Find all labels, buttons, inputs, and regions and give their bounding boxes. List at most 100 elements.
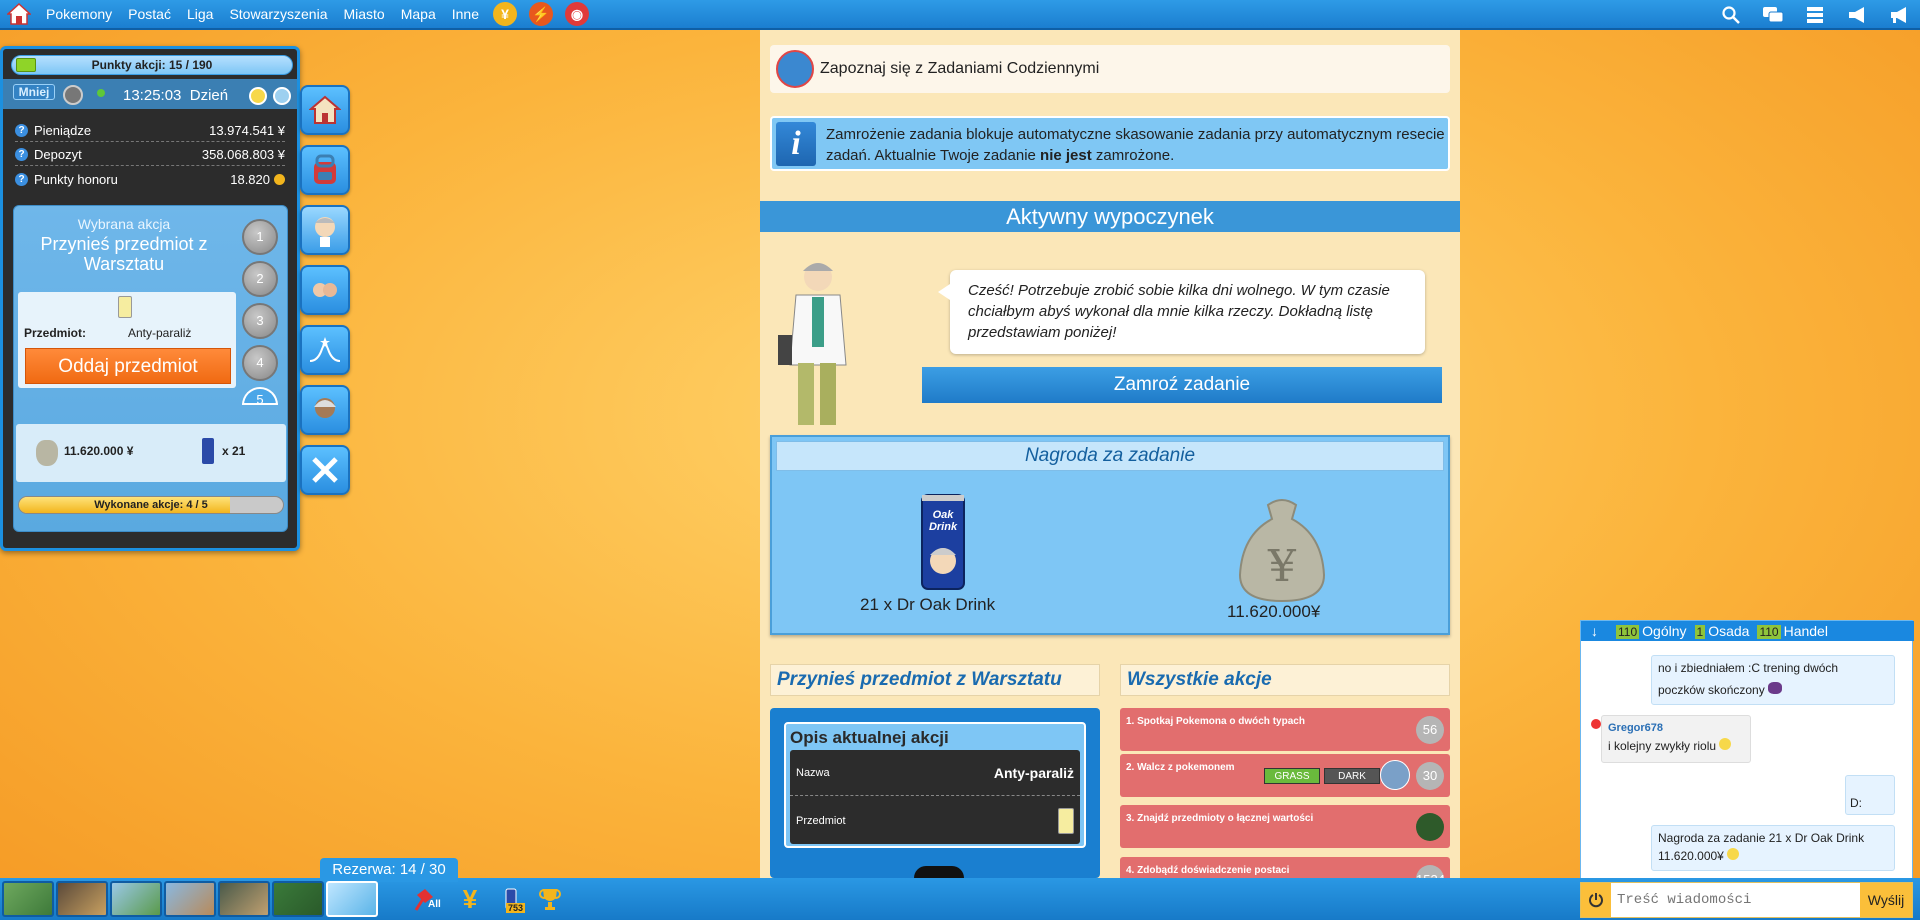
action-text: 4. Zdobądź doświadczenie postaci <box>1126 865 1290 876</box>
action-row-1[interactable]: 1. Spotkaj Pokemona o dwóch typach 56 <box>1120 708 1450 751</box>
backpack-button[interactable] <box>300 145 350 195</box>
message-author[interactable]: Gregor678 <box>1608 719 1744 737</box>
money-bag-icon <box>36 440 58 466</box>
tab-count: 110 <box>1616 625 1640 639</box>
give-item-button[interactable]: Oddaj przedmiot <box>25 348 231 384</box>
item-label: Przedmiot: <box>24 326 87 340</box>
house-button[interactable] <box>300 85 350 135</box>
action-row-2[interactable]: 2. Walcz z pokemonem GRASS DARK 30 <box>1120 754 1450 797</box>
all-pokemon-button[interactable]: All <box>412 883 444 915</box>
antiparalyze-icon <box>1058 808 1074 834</box>
help-icon[interactable]: ? <box>15 172 28 186</box>
stat-label: Depozyt <box>34 147 82 162</box>
freeze-info: i Zamrożenie zadania blokuje automatyczn… <box>770 116 1450 171</box>
freeze-task-button[interactable]: Zamroź zadanie <box>922 367 1442 403</box>
info-text-bold: nie jest <box>1040 147 1092 164</box>
send-button[interactable]: Wyślij <box>1860 883 1912 917</box>
nav-liga[interactable]: Liga <box>179 6 221 22</box>
tab-handel[interactable]: 110 Handel <box>1749 623 1828 639</box>
weather-icon <box>273 87 291 105</box>
chat-message-input[interactable] <box>1613 885 1848 915</box>
professor-button[interactable] <box>300 205 350 255</box>
tab-label: Handel <box>1783 623 1828 639</box>
speech-bubble: Cześć! Potrzebuje zrobić sobie kilka dni… <box>938 270 1425 354</box>
message-line: Nagroda za zadanie 21 x Dr Oak Drink <box>1658 831 1865 845</box>
daily-tasks-link[interactable]: Zapoznaj się z Zadaniami Codziennymi <box>770 45 1450 93</box>
action-points-bar: Punkty akcji: 15 / 190 <box>11 55 293 75</box>
nav-postac[interactable]: Postać <box>120 6 179 22</box>
mountain-button[interactable] <box>300 325 350 375</box>
location-thumb-3[interactable] <box>110 881 162 917</box>
nav-miasto[interactable]: Miasto <box>335 6 392 22</box>
action-description: Opis aktualnej akcji Nazwa Anty-paraliż … <box>770 708 1100 878</box>
action-points-text: Punkty akcji: 15 / 190 <box>91 58 213 72</box>
money-bag-icon: ¥ <box>1238 499 1326 603</box>
antiparalyze-icon <box>118 296 132 318</box>
stat-value: 358.068.803 ¥ <box>201 147 285 162</box>
location-thumb-5[interactable] <box>218 881 270 917</box>
scroll-down-icon[interactable]: ↓ <box>1591 623 1598 639</box>
tab-osada[interactable]: 1 Osada <box>1687 623 1749 639</box>
chat-tabs: ↓ 110 Ogólny 1 Osada 110 Handel <box>1581 621 1914 641</box>
step-4[interactable]: 4 <box>242 345 278 381</box>
close-button[interactable] <box>300 445 350 495</box>
step-3[interactable]: 3 <box>242 303 278 339</box>
location-thumb-6[interactable] <box>272 881 324 917</box>
yen-icon[interactable]: ¥ <box>454 883 486 915</box>
top-bar: Pokemony Postać Liga Stowarzyszenia Mias… <box>0 0 1920 30</box>
desc-name-label: Nazwa <box>796 766 830 779</box>
action-row-4[interactable]: 4. Zdobądź doświadczenie postaci 1534 <box>1120 857 1450 878</box>
pokedex-icon[interactable]: ◉ <box>565 2 589 26</box>
search-icon[interactable] <box>1710 0 1752 30</box>
step-5[interactable]: 5 <box>242 387 278 407</box>
power-icon[interactable] <box>1581 883 1611 917</box>
action-row-3[interactable]: 3. Znajdź przedmioty o łącznej wartości <box>1120 805 1450 848</box>
home-icon[interactable] <box>4 0 34 29</box>
step-2[interactable]: 2 <box>242 261 278 297</box>
action-text: 3. Znajdź przedmioty o łącznej wartości <box>1126 813 1314 824</box>
megaphone-icon[interactable] <box>1836 0 1878 30</box>
trade-button[interactable] <box>300 265 350 315</box>
item-box: Przedmiot: Anty-paraliż Oddaj przedmiot <box>18 292 236 388</box>
location-thumb-4[interactable] <box>164 881 216 917</box>
nav-mapa[interactable]: Mapa <box>393 6 444 22</box>
quest-panel: Zapoznaj się z Zadaniami Codziennymi i Z… <box>760 30 1460 878</box>
stat-honor: ? Punkty honoru 18.820 <box>15 168 285 190</box>
help-icon[interactable]: ? <box>15 124 28 137</box>
server-icon[interactable] <box>1794 0 1836 30</box>
nav-pokemony[interactable]: Pokemony <box>38 6 120 22</box>
stat-value: 13.974.541 ¥ <box>209 123 285 138</box>
coin-icon[interactable]: ¥ <box>493 2 517 26</box>
elder-button[interactable] <box>300 385 350 435</box>
chat-icon[interactable] <box>1752 0 1794 30</box>
stat-value: 18.820 <box>230 171 270 187</box>
help-icon[interactable]: ? <box>15 148 28 161</box>
tab-ogolny[interactable]: 110 Ogólny <box>1608 623 1687 639</box>
reward-money: 11.620.000 ¥ <box>64 444 134 458</box>
nav-stowarzyszenia[interactable]: Stowarzyszenia <box>221 6 335 22</box>
oak-drink-can-icon <box>921 494 965 590</box>
time-row: Mniej 13:25:03 Dzień <box>3 79 297 109</box>
chat-message: D: <box>1845 775 1895 815</box>
action-count: 30 <box>1416 762 1444 790</box>
inventory-button[interactable]: 753 <box>496 883 528 915</box>
elder-icon <box>314 398 336 418</box>
message-line: i kolejny zwykły riolu <box>1608 739 1717 753</box>
step-1[interactable]: 1 <box>242 219 278 255</box>
info-icon: i <box>776 122 816 166</box>
action-count: 56 <box>1416 716 1444 744</box>
trophy-button[interactable] <box>534 883 566 915</box>
sun-icon <box>249 87 267 105</box>
lightning-icon[interactable]: ⚡ <box>529 2 553 26</box>
less-button[interactable]: Mniej <box>13 84 55 100</box>
svg-text:¥: ¥ <box>1267 541 1297 592</box>
megaphone-alt-icon[interactable] <box>1878 0 1920 30</box>
reward-summary: 11.620.000 ¥ x 21 <box>16 424 286 482</box>
location-thumb-1[interactable] <box>2 881 54 917</box>
reward-count: x 21 <box>222 444 246 458</box>
location-thumb-7[interactable] <box>326 881 378 917</box>
nav-inne[interactable]: Inne <box>444 6 487 22</box>
daily-tasks-icon <box>776 50 814 88</box>
location-thumb-2[interactable] <box>56 881 108 917</box>
reward-money-text: 11.620.000¥ <box>1227 602 1321 621</box>
